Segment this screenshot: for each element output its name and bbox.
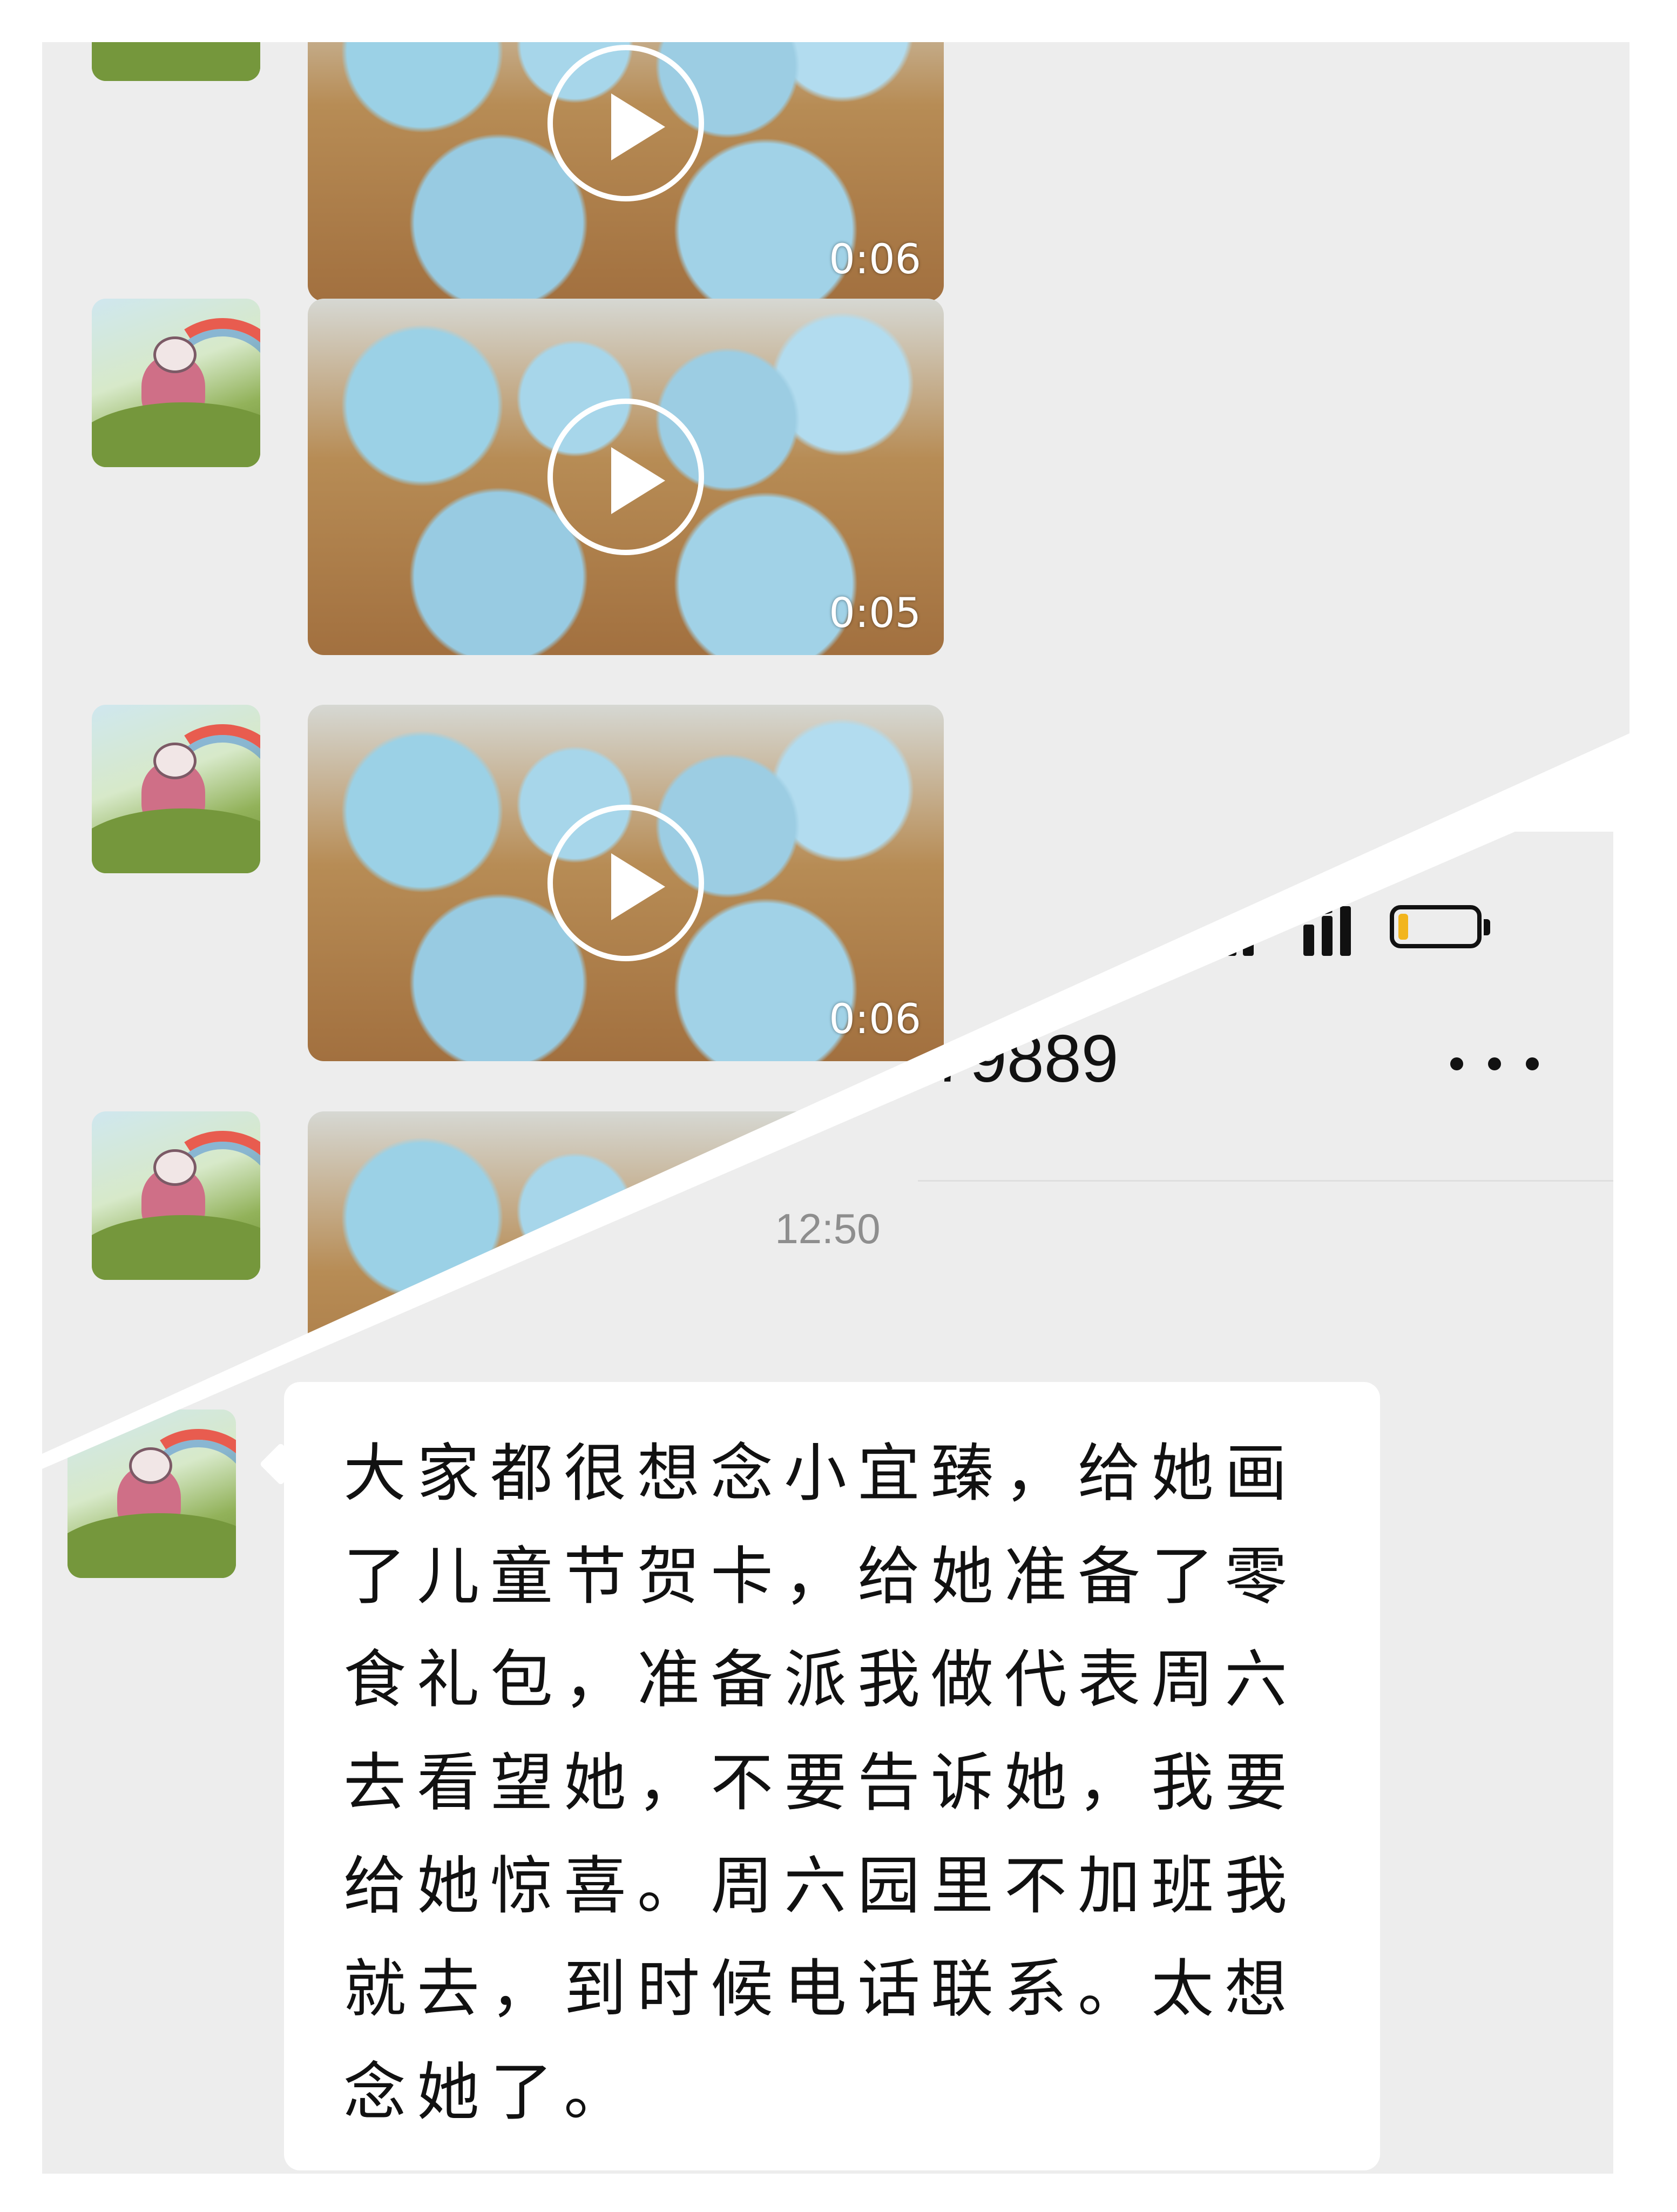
play-icon[interactable] [547,805,704,961]
video-duration: 0:05 [829,589,921,637]
signal-icon [1340,906,1351,956]
play-icon[interactable] [547,45,704,201]
status-bar: 4G [1208,892,1511,956]
avatar[interactable] [92,705,260,873]
video-message[interactable]: 0:06 [308,705,944,1061]
video-message[interactable]: 0:06 [308,42,944,301]
more-dot-icon [1488,1057,1501,1070]
hill-decoration [92,42,260,81]
avatar[interactable] [92,299,260,467]
text-message-bubble[interactable]: 大家都很想念小宜臻，给她画了儿童节贺卡，给她准备了零食礼包，准备派我做代表周六去… [284,1382,1380,2170]
signal-icon [1322,916,1333,956]
play-icon[interactable] [547,399,704,555]
video-duration: 0:06 [829,995,921,1043]
battery-level [1398,914,1408,940]
signal-icon [1243,921,1254,956]
header-divider [918,1180,1613,1182]
hill-decoration [67,1513,236,1578]
girl-illustration [141,0,205,38]
signal-icon [1226,929,1236,956]
video-duration: 0:06 [829,235,921,283]
avatar[interactable] [67,1410,236,1578]
hill-decoration [92,808,260,873]
more-icon[interactable] [1450,1057,1547,1076]
more-dot-icon [1450,1057,1463,1070]
more-dot-icon [1526,1057,1539,1070]
video-message[interactable]: 0:05 [308,299,944,655]
hill-decoration [92,402,260,467]
avatar[interactable] [92,1111,260,1280]
message-text: 大家都很想念小宜臻，给她画了儿童节贺卡，给她准备了零食礼包，准备派我做代表周六去… [343,1437,1298,2129]
hill-decoration [92,1215,260,1280]
signal-icon [1303,925,1314,956]
battery-icon [1390,905,1490,948]
avatar[interactable] [92,0,260,81]
signal-icon [1208,936,1219,956]
